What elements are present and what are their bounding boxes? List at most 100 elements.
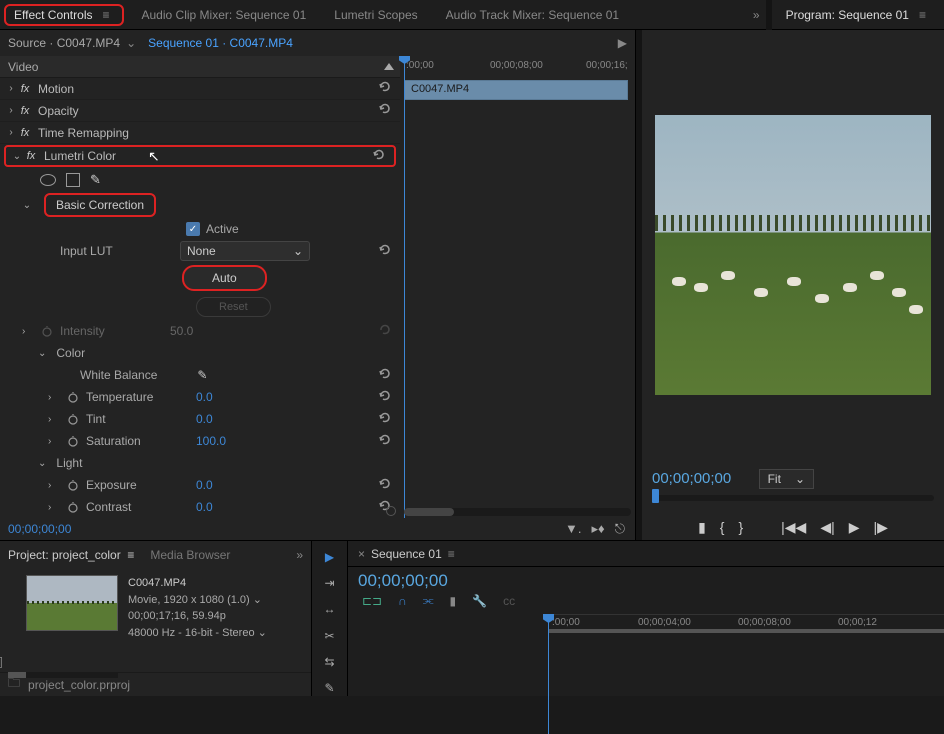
slip-tool-icon[interactable]: ⇆: [320, 654, 340, 670]
active-checkbox[interactable]: ✓: [186, 222, 200, 236]
stopwatch-icon[interactable]: [66, 478, 80, 492]
chevron-right-icon[interactable]: ›: [22, 326, 40, 337]
param-value[interactable]: 0.0: [196, 500, 213, 514]
pen-tool-icon[interactable]: ✎: [320, 680, 340, 696]
program-scrollbar[interactable]: [652, 495, 934, 501]
filter-icon[interactable]: ▼.: [565, 521, 581, 537]
play-icon[interactable]: ▶: [849, 519, 860, 536]
tab-program[interactable]: Program: Sequence 01 ≡: [772, 2, 944, 28]
tab-media-browser[interactable]: Media Browser: [150, 548, 230, 562]
caption-icon[interactable]: cc: [503, 594, 515, 608]
clip-thumbnail[interactable]: [26, 575, 118, 631]
chevron-right-icon[interactable]: ›: [48, 502, 66, 513]
add-marker-icon[interactable]: ▮: [698, 519, 706, 536]
fx-badge-icon[interactable]: fx: [18, 105, 32, 117]
linked-selection-icon[interactable]: ⫘: [423, 593, 434, 608]
eyedropper-icon[interactable]: ✎: [197, 368, 207, 382]
reset-icon[interactable]: [378, 243, 392, 260]
effect-opacity[interactable]: › fx Opacity: [0, 100, 400, 122]
menu-icon[interactable]: ≡: [98, 8, 113, 22]
play-icon[interactable]: ▶: [618, 36, 627, 50]
overflow-chevron-icon[interactable]: »: [296, 548, 303, 562]
basic-correction-header[interactable]: Basic Correction: [44, 193, 156, 217]
param-value[interactable]: 0.0: [196, 390, 213, 404]
zoom-select[interactable]: Fit ⌄: [759, 469, 814, 489]
chevron-right-icon[interactable]: ›: [48, 436, 66, 447]
chevron-right-icon[interactable]: ›: [48, 480, 66, 491]
tab-sequence[interactable]: Sequence 01: [371, 547, 442, 561]
settings-icon[interactable]: 🔧: [472, 594, 487, 608]
rect-mask-icon[interactable]: [66, 173, 80, 187]
stopwatch-icon[interactable]: [66, 390, 80, 404]
sequence-timecode[interactable]: 00;00;00;00: [358, 571, 448, 591]
input-lut-select[interactable]: None ⌄: [180, 241, 310, 261]
mark-in-icon[interactable]: {: [720, 519, 725, 536]
reset-icon[interactable]: [378, 323, 392, 340]
reset-icon[interactable]: [378, 477, 392, 494]
param-value[interactable]: 50.0: [170, 324, 193, 338]
stopwatch-icon[interactable]: [66, 412, 80, 426]
track-select-tool-icon[interactable]: ⇥: [320, 575, 340, 591]
reset-icon[interactable]: [378, 367, 392, 384]
snap-icon[interactable]: ∩: [398, 594, 407, 608]
keyframe-icon[interactable]: ▸♦: [592, 521, 605, 537]
menu-icon[interactable]: ≡: [448, 547, 455, 561]
param-value[interactable]: 100.0: [196, 434, 226, 448]
chevron-down-icon[interactable]: ⌄: [38, 348, 46, 359]
pen-mask-icon[interactable]: ✎: [90, 172, 101, 188]
tab-effect-controls[interactable]: Effect Controls ≡: [4, 4, 124, 26]
effect-lumetri-color[interactable]: ⌄ fx Lumetri Color: [4, 145, 396, 167]
reset-icon[interactable]: [372, 148, 386, 165]
fx-badge-icon[interactable]: fx: [24, 150, 38, 162]
tab-project[interactable]: Project: project_color ≡: [8, 548, 134, 562]
param-value[interactable]: 0.0: [196, 412, 213, 426]
overflow-chevron-icon[interactable]: »: [753, 8, 766, 22]
reset-icon[interactable]: [378, 433, 392, 450]
stopwatch-icon[interactable]: [40, 324, 54, 338]
tab-audio-track-mixer[interactable]: Audio Track Mixer: Sequence 01: [432, 2, 633, 28]
reset-icon[interactable]: [378, 102, 392, 119]
sequence-playhead[interactable]: [548, 615, 549, 734]
effect-timecode[interactable]: 00;00;00;00: [8, 522, 71, 536]
collapse-icon[interactable]: [384, 63, 394, 70]
ripple-tool-icon[interactable]: ↔: [320, 601, 340, 617]
thumb-scrollbar[interactable]: [8, 672, 118, 678]
timeline-clip[interactable]: C0047.MP4: [404, 80, 628, 100]
nest-icon[interactable]: ⊏⊐: [362, 594, 382, 608]
chevron-down-icon[interactable]: ⌄: [126, 36, 136, 50]
program-preview[interactable]: [655, 115, 931, 395]
menu-icon[interactable]: ≡: [915, 8, 930, 22]
reset-icon[interactable]: [378, 389, 392, 406]
param-value[interactable]: 0.0: [196, 478, 213, 492]
stopwatch-icon[interactable]: [66, 500, 80, 514]
fx-badge-icon[interactable]: fx: [18, 83, 32, 95]
reset-button[interactable]: Reset: [196, 297, 271, 317]
effect-timeline-ruler[interactable]: :00;00 00;00;08;00 00;00;16;: [400, 56, 635, 76]
reset-icon[interactable]: [378, 80, 392, 97]
chevron-down-icon[interactable]: ⌄: [38, 458, 46, 469]
ellipse-mask-icon[interactable]: [40, 174, 56, 186]
zoom-handle-icon[interactable]: [386, 506, 396, 516]
tab-close-icon[interactable]: ×: [358, 547, 365, 561]
effect-motion[interactable]: › fx Motion: [0, 78, 400, 100]
razor-tool-icon[interactable]: ✂: [320, 628, 340, 644]
scrollbar-horizontal[interactable]: [404, 508, 631, 516]
fx-badge-icon[interactable]: fx: [18, 127, 32, 139]
selection-tool-icon[interactable]: ▶: [320, 549, 340, 565]
reset-icon[interactable]: [378, 411, 392, 428]
mark-out-icon[interactable]: }: [738, 519, 743, 536]
go-to-in-icon[interactable]: |◀◀: [781, 519, 806, 536]
effect-time-remapping[interactable]: › fx Time Remapping: [0, 122, 400, 144]
stopwatch-icon[interactable]: [66, 434, 80, 448]
camera-icon[interactable]: ▣: [0, 653, 3, 670]
auto-button[interactable]: Auto: [182, 265, 267, 291]
chevron-right-icon[interactable]: ›: [48, 392, 66, 403]
marker-icon[interactable]: ▮: [450, 594, 457, 608]
work-area-bar[interactable]: [548, 629, 944, 633]
step-back-icon[interactable]: ◀|: [820, 519, 834, 536]
program-timecode[interactable]: 00;00;00;00: [652, 470, 731, 487]
playhead[interactable]: [404, 56, 405, 518]
chevron-right-icon[interactable]: ›: [48, 414, 66, 425]
step-forward-icon[interactable]: |▶: [874, 519, 888, 536]
chevron-down-icon[interactable]: ⌄: [22, 200, 32, 211]
